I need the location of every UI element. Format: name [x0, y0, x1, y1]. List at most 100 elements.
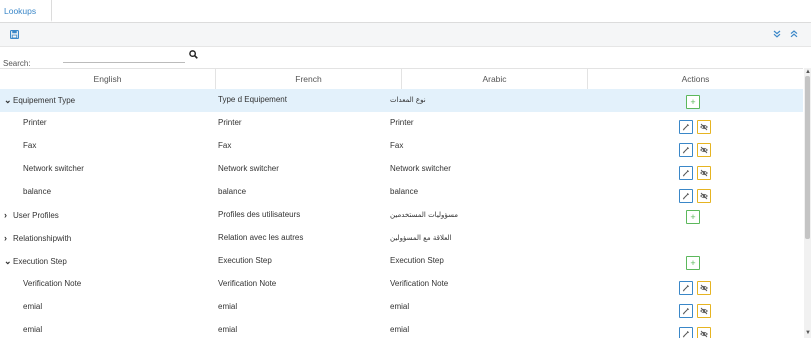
cell-arabic: Fax	[390, 141, 404, 150]
cell-arabic: Printer	[390, 118, 414, 127]
hide-button[interactable]	[697, 166, 711, 180]
group-row[interactable]: ⌄Equipement Type Type d Equipement نوع الم…	[0, 89, 803, 112]
search-input[interactable]	[63, 50, 185, 63]
english-text: Printer	[23, 118, 47, 127]
cell-english: › Relationshipwith	[4, 227, 71, 250]
cell-french: Printer	[218, 118, 242, 127]
group-row[interactable]: › Relationshipwith Relation avec les autre…	[0, 227, 803, 250]
cell-english: Network switcher	[23, 158, 84, 181]
plus-icon: +	[690, 97, 696, 107]
cell-french: Fax	[218, 141, 232, 150]
cell-actions	[588, 227, 803, 250]
toolbar	[0, 23, 811, 47]
table-row[interactable]: Network switcher Network switcher Network …	[0, 158, 803, 181]
cell-french: Verification Note	[218, 279, 277, 288]
search-icon[interactable]	[189, 50, 198, 59]
cell-actions	[588, 158, 803, 181]
cell-actions	[588, 296, 803, 319]
cell-arabic: emial	[390, 302, 410, 311]
group-row[interactable]: ⌄Execution Step Execution Step Execution S…	[0, 250, 803, 273]
column-header-actions: Actions	[681, 74, 710, 84]
edit-button[interactable]	[679, 281, 693, 295]
chevron-down-icon[interactable]: ⌄	[4, 89, 13, 111]
cell-english: emial	[23, 296, 42, 319]
table-row[interactable]: balance balance balance	[0, 181, 803, 204]
chevron-right-icon[interactable]: ›	[4, 204, 13, 226]
cell-english: emial	[23, 319, 42, 338]
column-header-english[interactable]: English	[0, 69, 216, 90]
cell-actions	[588, 319, 803, 338]
english-text: Fax	[23, 141, 37, 150]
plus-icon: +	[690, 258, 696, 268]
cell-arabic: العلاقة مع المسؤولين	[390, 234, 452, 242]
cell-english: › User Profiles	[4, 204, 59, 227]
edit-button[interactable]	[679, 327, 693, 338]
english-text: User Profiles	[13, 211, 59, 220]
english-text: Equipement Type	[13, 96, 76, 105]
cell-french: emial	[218, 325, 238, 334]
collapse-all-icon[interactable]	[790, 30, 798, 38]
save-icon[interactable]	[10, 30, 19, 39]
edit-button[interactable]	[679, 189, 693, 203]
scroll-up-arrow[interactable]: ▲	[805, 69, 811, 75]
cell-french: Type d Equipement	[218, 95, 287, 104]
hide-button[interactable]	[697, 143, 711, 157]
cell-english: ⌄Equipement Type	[4, 89, 75, 112]
english-text: Verification Note	[23, 279, 82, 288]
cell-arabic: emial	[390, 325, 410, 334]
add-button[interactable]: +	[686, 210, 700, 224]
plus-icon: +	[690, 212, 696, 222]
scroll-down-arrow[interactable]: ▼	[805, 330, 811, 336]
english-text: Network switcher	[23, 164, 84, 173]
cell-actions: +	[588, 204, 803, 227]
scrollbar-thumb[interactable]	[805, 76, 810, 239]
cell-arabic: Execution Step	[390, 256, 444, 265]
search-row: Search:	[0, 46, 811, 68]
cell-arabic: Verification Note	[390, 279, 449, 288]
cell-french: Relation avec les autres	[218, 233, 304, 242]
english-text: Execution Step	[13, 257, 67, 266]
table-row[interactable]: Fax Fax Fax	[0, 135, 803, 158]
cell-english: Printer	[23, 112, 47, 135]
tab-lookups[interactable]: Lookups	[0, 0, 52, 22]
add-button[interactable]: +	[686, 256, 700, 270]
cell-actions	[588, 112, 803, 135]
expand-all-icon[interactable]	[773, 30, 781, 38]
edit-button[interactable]	[679, 166, 693, 180]
hide-button[interactable]	[697, 281, 711, 295]
group-row[interactable]: › User Profiles Profiles des utilisateurs م…	[0, 204, 803, 227]
table-row[interactable]: Printer Printer Printer	[0, 112, 803, 135]
hide-button[interactable]	[697, 189, 711, 203]
search-label: Search:	[3, 59, 31, 68]
column-header-arabic[interactable]: Arabic	[402, 69, 588, 90]
cell-french: Profiles des utilisateurs	[218, 210, 301, 219]
edit-button[interactable]	[679, 304, 693, 318]
chevron-down-icon[interactable]: ⌄	[4, 250, 13, 272]
hide-button[interactable]	[697, 304, 711, 318]
add-button[interactable]: +	[686, 95, 700, 109]
tab-bar: Lookups	[0, 0, 811, 23]
cell-actions: +	[588, 89, 803, 112]
cell-french: balance	[218, 187, 247, 196]
column-header-french[interactable]: French	[216, 69, 402, 90]
cell-english: balance	[23, 181, 51, 204]
table-body: ⌄Equipement Type Type d Equipement نوع الم…	[0, 89, 803, 338]
cell-actions	[588, 135, 803, 158]
edit-button[interactable]	[679, 120, 693, 134]
hide-button[interactable]	[697, 327, 711, 338]
english-text: emial	[23, 325, 43, 334]
table-header: English French Arabic Actions	[0, 68, 803, 91]
cell-arabic: مسؤوليات المستخدمين	[390, 211, 459, 219]
table-row[interactable]: emial emial emial	[0, 319, 803, 338]
cell-french: Network switcher	[218, 164, 279, 173]
cell-arabic: Network switcher	[390, 164, 451, 173]
hide-button[interactable]	[697, 120, 711, 134]
chevron-right-icon[interactable]: ›	[4, 227, 13, 249]
cell-french: emial	[218, 302, 238, 311]
cell-english: Verification Note	[23, 273, 81, 296]
cell-actions	[588, 181, 803, 204]
edit-button[interactable]	[679, 143, 693, 157]
table-row[interactable]: Verification Note Verification Note Verifi…	[0, 273, 803, 296]
table-row[interactable]: emial emial emial	[0, 296, 803, 319]
english-text: balance	[23, 187, 52, 196]
